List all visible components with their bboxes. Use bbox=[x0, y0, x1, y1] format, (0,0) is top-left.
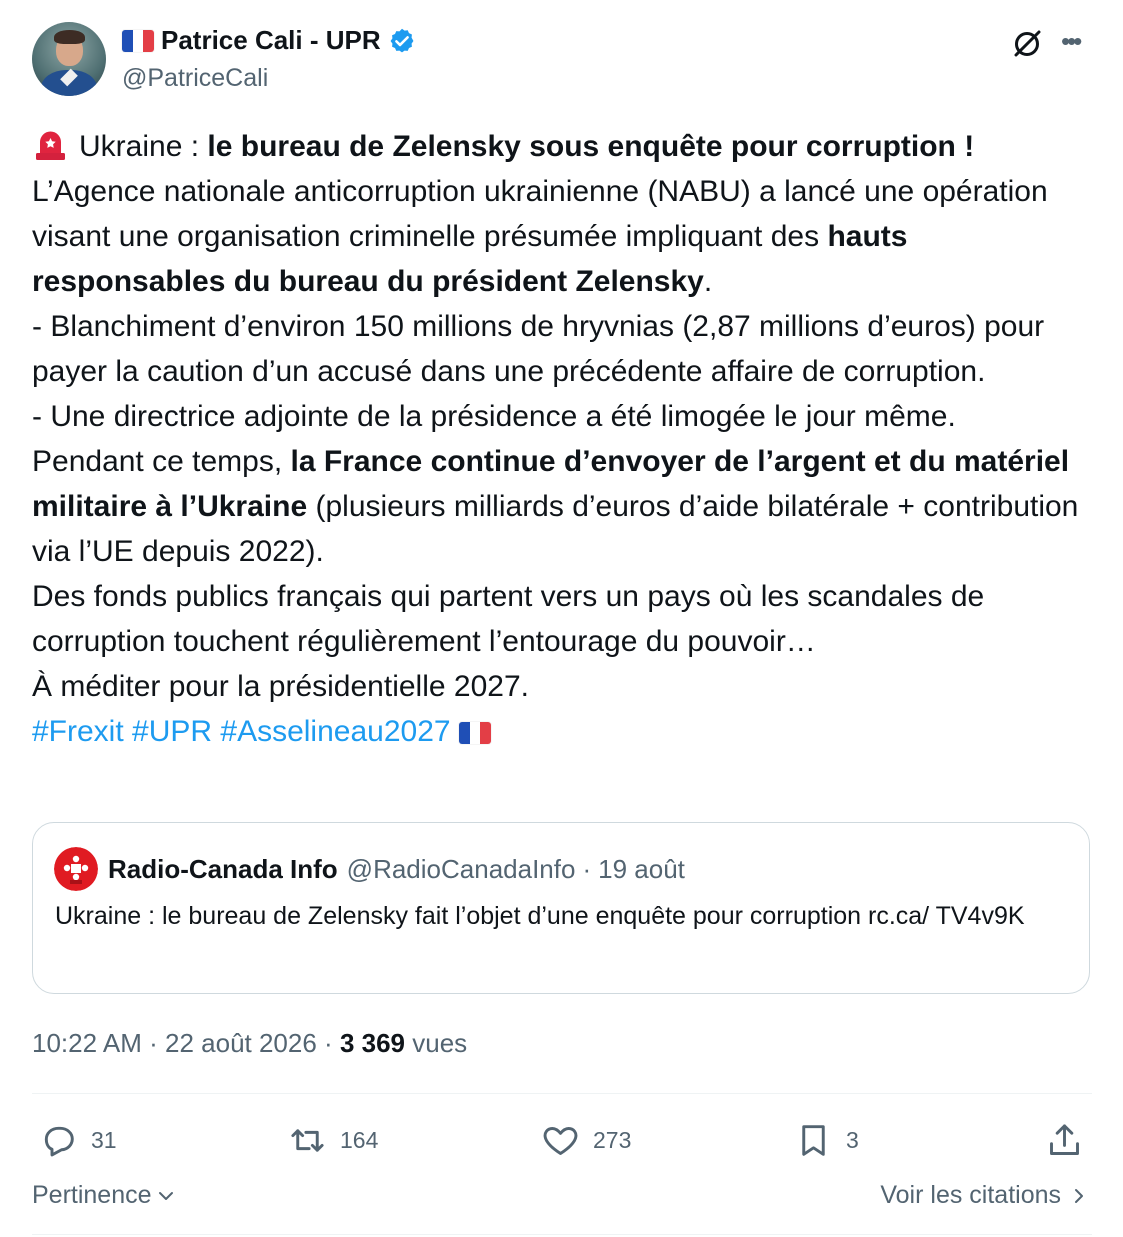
french-flag-icon bbox=[122, 29, 154, 52]
chevron-right-icon bbox=[1075, 1188, 1083, 1203]
share-button[interactable] bbox=[1045, 1121, 1084, 1160]
avatar-hair bbox=[54, 30, 85, 44]
headline-prefix: Ukraine : bbox=[79, 130, 208, 163]
quoted-tweet-card[interactable]: Radio-Canada Info @RadioCanadaInfo · 19 … bbox=[32, 822, 1090, 994]
reply-button[interactable]: 31 bbox=[39, 1121, 117, 1160]
quoted-tweet-date[interactable]: 19 août bbox=[598, 854, 685, 885]
tweet-metadata: 10:22 AM · 22 août 2026 · 3 369 vues bbox=[32, 1028, 467, 1059]
quoted-tweet-header: Radio-Canada Info @RadioCanadaInfo · 19 … bbox=[54, 847, 685, 891]
sort-dropdown[interactable]: Pertinence bbox=[32, 1181, 176, 1210]
quoted-tweet-text: Ukraine : le bureau de Zelensky fait l’o… bbox=[55, 902, 1025, 930]
tweet-date[interactable]: 22 août 2026 bbox=[165, 1028, 317, 1058]
view-citations-link[interactable]: Voir les citations bbox=[880, 1181, 1089, 1210]
grok-icon[interactable] bbox=[1010, 27, 1044, 61]
footer-divider bbox=[32, 1234, 1092, 1235]
tweet-paragraph-laundering: - Blanchiment d’environ 150 millions de … bbox=[32, 310, 1045, 388]
quoted-meta-separator: · bbox=[582, 853, 592, 884]
tweet-header: Patrice Cali - UPR @PatriceCali ••• bbox=[32, 22, 1092, 100]
author-handle[interactable]: @PatriceCali bbox=[122, 64, 268, 93]
bookmark-icon bbox=[802, 1125, 825, 1156]
repost-count: 164 bbox=[340, 1127, 379, 1153]
share-icon bbox=[1050, 1124, 1079, 1155]
bookmark-button[interactable]: 3 bbox=[794, 1121, 859, 1160]
tweet-time[interactable]: 10:22 AM bbox=[32, 1028, 142, 1058]
headline-bold: le bureau de Zelensky sous enquête pour … bbox=[207, 130, 975, 163]
author-name[interactable]: Patrice Cali - UPR bbox=[161, 25, 381, 56]
views-count: 3 369 bbox=[339, 1028, 406, 1058]
sort-label: Pertinence bbox=[32, 1181, 152, 1209]
views-label: vues bbox=[412, 1028, 468, 1058]
tweet-text: Ukraine : le bureau de Zelensky sous enq… bbox=[32, 124, 1082, 754]
metadata-divider bbox=[32, 1093, 1092, 1094]
meta-separator: · bbox=[324, 1028, 333, 1058]
citations-label: Voir les citations bbox=[880, 1181, 1061, 1209]
verified-badge-icon bbox=[390, 28, 414, 52]
repost-button[interactable]: 164 bbox=[288, 1121, 378, 1160]
reply-icon bbox=[44, 1126, 74, 1157]
author-name-line[interactable]: Patrice Cali - UPR bbox=[122, 25, 416, 56]
bookmark-count: 3 bbox=[846, 1127, 859, 1153]
reply-count: 31 bbox=[91, 1127, 117, 1153]
france-text: Pendant ce temps, bbox=[32, 445, 291, 478]
author-avatar[interactable] bbox=[32, 22, 106, 96]
french-flag-icon bbox=[458, 722, 491, 745]
meta-separator: · bbox=[149, 1028, 158, 1058]
heart-icon bbox=[543, 1127, 578, 1155]
quoted-author-name[interactable]: Radio-Canada Info bbox=[108, 854, 338, 885]
hashtag-links[interactable]: #Frexit #UPR #Asselineau2027 bbox=[32, 715, 451, 748]
like-button[interactable]: 273 bbox=[541, 1121, 631, 1160]
chevron-down-icon bbox=[158, 1191, 173, 1200]
nabu-period: . bbox=[703, 265, 713, 298]
tweet-headline: Ukraine : le bureau de Zelensky sous enq… bbox=[32, 124, 1082, 169]
radio-canada-logo-icon bbox=[54, 847, 98, 891]
tweet-paragraph-france: Pendant ce temps, la France continue d’e… bbox=[32, 439, 1082, 574]
tweet-hashtags-line: #Frexit #UPR #Asselineau2027 bbox=[32, 709, 1082, 754]
rotating-light-icon bbox=[36, 131, 65, 160]
tweet-paragraph-2027: À méditer pour la présidentielle 2027. bbox=[32, 670, 529, 703]
tweet-paragraph-funds: Des fonds publics français qui partent v… bbox=[32, 580, 985, 658]
repost-icon bbox=[291, 1129, 324, 1152]
like-count: 273 bbox=[593, 1127, 632, 1153]
tweet-paragraph-nabu: L’Agence nationale anticorruption ukrain… bbox=[32, 169, 1082, 304]
quoted-author-handle[interactable]: @RadioCanadaInfo bbox=[347, 854, 576, 885]
more-options-icon[interactable]: ••• bbox=[1061, 24, 1082, 58]
tweet-paragraph-dismissal: - Une directrice adjointe de la présiden… bbox=[32, 400, 956, 433]
